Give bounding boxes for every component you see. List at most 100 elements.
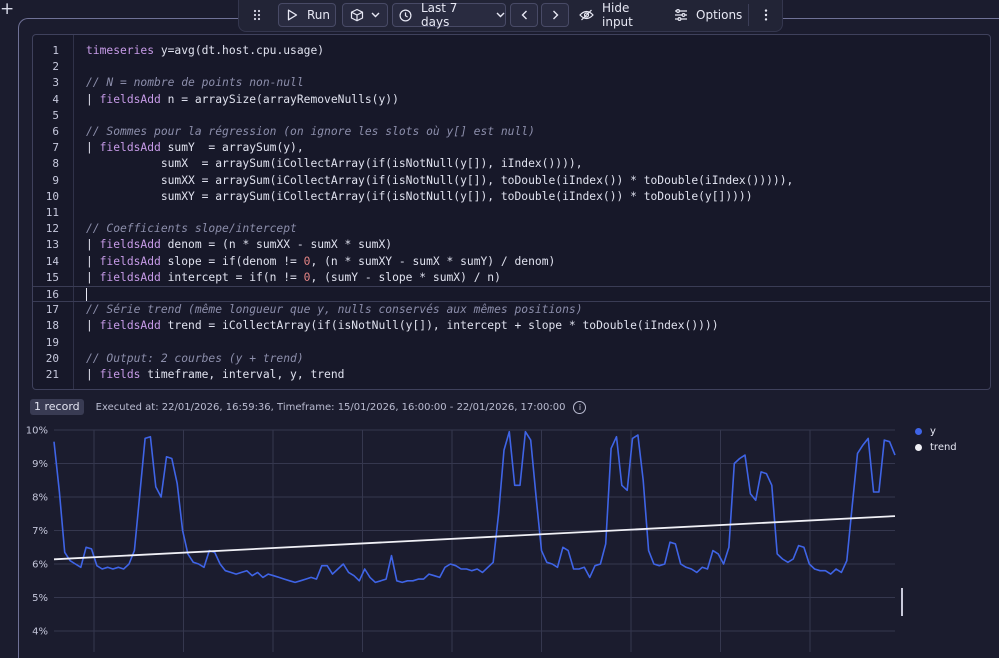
eye-off-icon: [579, 9, 594, 21]
code-text: timeseries y=avg(dt.host.cpu.usage): [86, 43, 324, 59]
code-line[interactable]: 11: [33, 205, 990, 221]
code-token: sumY = arraySum(y),: [160, 141, 304, 155]
line-number: 19: [45, 335, 59, 349]
data-source-button[interactable]: [342, 3, 388, 27]
timeframe-selector[interactable]: Last 7 days: [392, 1, 506, 29]
chevron-left-icon: [521, 10, 527, 20]
execution-info-text: Executed at: 22/01/2026, 16:59:36, Timef…: [95, 401, 566, 413]
line-number: 4: [52, 92, 59, 106]
code-token: sumXY = arraySum(iCollectArray(if(isNotN…: [86, 189, 753, 203]
line-number: 12: [45, 222, 59, 236]
toolbar-divider: [748, 4, 749, 26]
code-text: // Série trend (même longueur que y, nul…: [86, 302, 583, 318]
code-text: sumXX = arraySum(iCollectArray(if(isNotN…: [86, 173, 794, 189]
code-keyword: fieldsAdd: [99, 270, 161, 284]
code-text: | fieldsAdd slope = if(denom != 0, (n * …: [86, 254, 555, 270]
code-line[interactable]: 6 // Sommes pour la régression (on ignore…: [33, 124, 990, 140]
drag-handle-icon[interactable]: [247, 3, 267, 27]
legend-item-trend[interactable]: trend: [915, 439, 957, 455]
code-line[interactable]: 16: [33, 286, 990, 302]
info-icon[interactable]: i: [573, 400, 587, 414]
line-number: 11: [45, 206, 59, 219]
options-button[interactable]: Options: [674, 3, 742, 27]
code-line[interactable]: 17 // Série trend (même longueur que y, n…: [33, 302, 990, 318]
play-icon: [287, 9, 298, 21]
code-text: // Output: 2 courbes (y + trend): [86, 351, 304, 367]
chart-scroll-indicator[interactable]: [901, 588, 903, 616]
code-line[interactable]: 5: [33, 108, 990, 124]
line-number: 2: [52, 60, 59, 74]
timeframe-label: Last 7 days: [421, 1, 458, 29]
code-text: sumXY = arraySum(iCollectArray(if(isNotN…: [86, 189, 753, 205]
more-menu-button[interactable]: [756, 3, 776, 27]
code-keyword: timeseries: [86, 44, 155, 57]
line-number: 5: [52, 108, 59, 122]
code-line[interactable]: 19: [33, 335, 990, 351]
code-token: sumX = arraySum(iCollectArray(if(isNotNu…: [86, 157, 583, 171]
legend-dot-icon: [915, 427, 922, 435]
code-line[interactable]: 1 timeseries y=avg(dt.host.cpu.usage): [33, 43, 990, 59]
code-line[interactable]: 4 | fieldsAdd n = arraySize(arrayRemoveNu…: [33, 92, 990, 108]
line-number: 3: [52, 76, 59, 90]
hide-input-button[interactable]: Hide input: [579, 1, 663, 29]
code-line[interactable]: 2: [33, 59, 990, 75]
code-line[interactable]: 8 sumX = arraySum(iCollectArray(if(isNot…: [33, 156, 990, 172]
line-number: 1: [52, 44, 59, 57]
code-keyword: fieldsAdd: [99, 319, 161, 333]
line-number: 21: [45, 368, 59, 381]
code-keyword: fields: [99, 368, 141, 381]
text-cursor: [86, 288, 87, 301]
code-line[interactable]: 13 | fieldsAdd denom = (n * sumXX - sumX …: [33, 237, 990, 253]
line-number: 20: [45, 351, 59, 365]
line-number: 16: [45, 288, 59, 301]
code-token: |: [86, 254, 100, 268]
chevron-down-icon: [496, 12, 505, 18]
line-number: 13: [45, 238, 59, 252]
code-text: // N = nombre de points non-null: [86, 75, 304, 91]
add-section-icon[interactable]: +: [0, 1, 14, 18]
run-button[interactable]: Run: [278, 3, 336, 27]
code-comment: // Série trend (même longueur que y, nul…: [86, 303, 583, 317]
code-line[interactable]: 9 sumXX = arraySum(iCollectArray(if(isNo…: [33, 173, 990, 189]
y-tick-label: 9%: [32, 459, 48, 470]
line-number: 17: [45, 303, 59, 317]
timeframe-previous-button[interactable]: [510, 3, 538, 27]
code-line[interactable]: 14 | fieldsAdd slope = if(denom != 0, (n …: [33, 254, 990, 270]
chevron-right-icon: [552, 10, 558, 20]
line-number: 8: [52, 157, 59, 171]
code-line[interactable]: 18 | fieldsAdd trend = iCollectArray(if(i…: [33, 318, 990, 334]
line-number: 6: [52, 125, 59, 138]
y-tick-label: 7%: [32, 526, 48, 537]
legend-item-y[interactable]: y: [915, 423, 957, 439]
code-line[interactable]: 10 sumXY = arraySum(iCollectArray(if(isN…: [33, 189, 990, 205]
code-line[interactable]: 15 | fieldsAdd intercept = if(n != 0, (su…: [33, 270, 990, 286]
code-token: n = arraySize(arrayRemoveNulls(y)): [160, 92, 399, 106]
code-text: | fieldsAdd n = arraySize(arrayRemoveNul…: [86, 92, 399, 108]
code-line[interactable]: 21 | fields timeframe, interval, y, trend: [33, 367, 990, 383]
code-text: // Coefficients slope/intercept: [86, 221, 297, 237]
line-number: 9: [52, 173, 59, 187]
code-line[interactable]: 20 // Output: 2 courbes (y + trend): [33, 351, 990, 367]
code-keyword: fieldsAdd: [99, 254, 161, 268]
code-token: slope = if(denom !=: [160, 254, 304, 268]
code-line[interactable]: 12 // Coefficients slope/intercept: [33, 221, 990, 237]
y-tick-label: 8%: [32, 493, 48, 504]
code-line[interactable]: 3 // N = nombre de points non-null: [33, 75, 990, 91]
code-token: timeframe, interval, y, trend: [140, 368, 345, 381]
code-line[interactable]: 7 | fieldsAdd sumY = arraySum(y),: [33, 140, 990, 156]
code-text: // Sommes pour la régression (on ignore …: [86, 124, 535, 140]
line-number: 15: [45, 270, 59, 284]
sliders-icon: [675, 9, 687, 21]
series-line-trend: [53, 515, 896, 561]
clock-icon: [399, 8, 412, 22]
code-editor[interactable]: 1 timeseries y=avg(dt.host.cpu.usage) 2 3 //…: [32, 34, 991, 390]
hide-input-label: Hide input: [602, 1, 633, 29]
code-token: |: [86, 238, 100, 252]
code-token: |: [86, 92, 100, 106]
code-token: |: [86, 368, 100, 381]
line-number: 10: [45, 189, 59, 203]
code-token: , (n * sumXY - sumX * sumY) / denom): [310, 254, 556, 268]
timeframe-next-button[interactable]: [541, 3, 569, 27]
y-tick-label: 5%: [32, 593, 48, 604]
code-token: y=avg(dt.host.cpu.usage): [154, 44, 325, 57]
